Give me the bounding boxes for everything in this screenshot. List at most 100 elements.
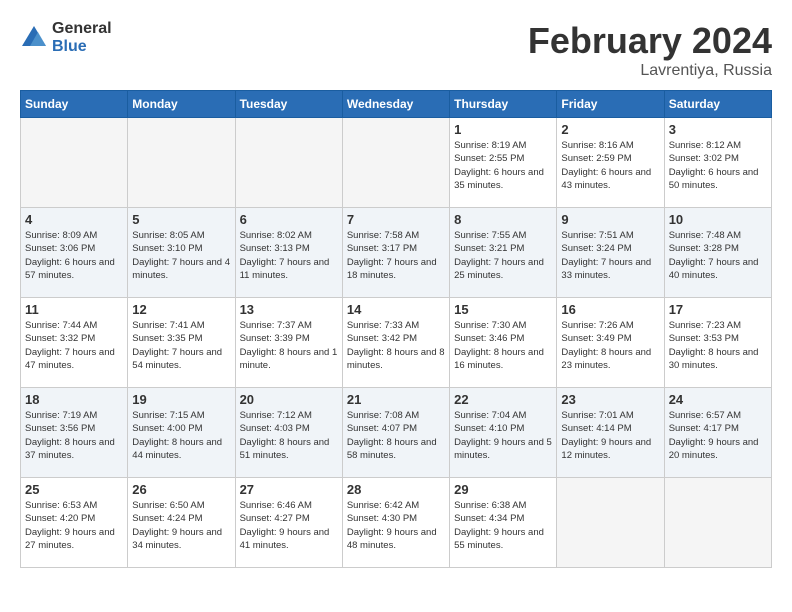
day-info-18: Sunrise: 7:19 AM Sunset: 3:56 PM Dayligh… xyxy=(25,409,123,462)
day-info-4: Sunrise: 8:09 AM Sunset: 3:06 PM Dayligh… xyxy=(25,229,123,282)
day-7: 7Sunrise: 7:58 AM Sunset: 3:17 PM Daylig… xyxy=(342,208,449,298)
week-row-2: 4 Sunrise: 8:09 AM Sunset: 3:06 PM Daylig… xyxy=(21,208,772,298)
day-info-27: Sunrise: 6:46 AM Sunset: 4:27 PM Dayligh… xyxy=(240,499,338,552)
logo-blue-text: Blue xyxy=(52,38,112,56)
day-info-14: Sunrise: 7:33 AM Sunset: 3:42 PM Dayligh… xyxy=(347,319,445,372)
day-number-13: 13 xyxy=(240,302,338,317)
location-title: Lavrentiya, Russia xyxy=(528,62,772,80)
header-thursday: Thursday xyxy=(450,91,557,118)
day-number-17: 17 xyxy=(669,302,767,317)
day-8: 8 Sunrise: 7:55 AM Sunset: 3:21 PM Daylig… xyxy=(450,208,557,298)
header: General Blue February 2024 Lavrentiya, R… xyxy=(20,20,772,80)
day-14: 14 Sunrise: 7:33 AM Sunset: 3:42 PM Dayli… xyxy=(342,298,449,388)
day-info-24: Sunrise: 6:57 AM Sunset: 4:17 PM Dayligh… xyxy=(669,409,767,462)
title-area: February 2024 Lavrentiya, Russia xyxy=(528,20,772,80)
empty-cell-w4-d6 xyxy=(664,478,771,568)
day-number-27: 27 xyxy=(240,482,338,497)
calendar-header-row: SundayMondayTuesdayWednesdayThursdayFrid… xyxy=(21,91,772,118)
day-info-20: Sunrise: 7:12 AM Sunset: 4:03 PM Dayligh… xyxy=(240,409,338,462)
day-number-3: 3 xyxy=(669,122,767,137)
empty-cell-w0-d0 xyxy=(21,118,128,208)
day-number-16: 16 xyxy=(561,302,659,317)
day-info-13: Sunrise: 7:37 AM Sunset: 3:39 PM Dayligh… xyxy=(240,319,338,372)
day-info-11: Sunrise: 7:44 AM Sunset: 3:32 PM Dayligh… xyxy=(25,319,123,372)
day-number-23: 23 xyxy=(561,392,659,407)
day-10: 10Sunrise: 7:48 AM Sunset: 3:28 PM Dayli… xyxy=(664,208,771,298)
day-15: 15 Sunrise: 7:30 AM Sunset: 3:46 PM Dayli… xyxy=(450,298,557,388)
day-1: 1 Sunrise: 8:19 AM Sunset: 2:55 PM Daylig… xyxy=(450,118,557,208)
day-24: 24 Sunrise: 6:57 AM Sunset: 4:17 PM Dayli… xyxy=(664,388,771,478)
day-info-3: Sunrise: 8:12 AM Sunset: 3:02 PM Dayligh… xyxy=(669,139,767,192)
week-row-4: 18 Sunrise: 7:19 AM Sunset: 3:56 PM Dayli… xyxy=(21,388,772,478)
day-9: 9Sunrise: 7:51 AM Sunset: 3:24 PM Daylig… xyxy=(557,208,664,298)
day-number-19: 19 xyxy=(132,392,230,407)
month-title: February 2024 xyxy=(528,20,772,62)
day-16: 16 Sunrise: 7:26 AM Sunset: 3:49 PM Dayli… xyxy=(557,298,664,388)
day-number-5: 5 xyxy=(132,212,230,227)
day-number-14: 14 xyxy=(347,302,445,317)
day-info-12: Sunrise: 7:41 AM Sunset: 3:35 PM Dayligh… xyxy=(132,319,230,372)
day-12: 12Sunrise: 7:41 AM Sunset: 3:35 PM Dayli… xyxy=(128,298,235,388)
day-info-1: Sunrise: 8:19 AM Sunset: 2:55 PM Dayligh… xyxy=(454,139,552,192)
day-number-15: 15 xyxy=(454,302,552,317)
logo: General Blue xyxy=(20,20,112,55)
day-info-21: Sunrise: 7:08 AM Sunset: 4:07 PM Dayligh… xyxy=(347,409,445,462)
day-info-15: Sunrise: 7:30 AM Sunset: 3:46 PM Dayligh… xyxy=(454,319,552,372)
day-info-25: Sunrise: 6:53 AM Sunset: 4:20 PM Dayligh… xyxy=(25,499,123,552)
day-4: 4 Sunrise: 8:09 AM Sunset: 3:06 PM Daylig… xyxy=(21,208,128,298)
day-info-2: Sunrise: 8:16 AM Sunset: 2:59 PM Dayligh… xyxy=(561,139,659,192)
day-number-2: 2 xyxy=(561,122,659,137)
day-20: 20Sunrise: 7:12 AM Sunset: 4:03 PM Dayli… xyxy=(235,388,342,478)
day-info-16: Sunrise: 7:26 AM Sunset: 3:49 PM Dayligh… xyxy=(561,319,659,372)
header-monday: Monday xyxy=(128,91,235,118)
day-number-11: 11 xyxy=(25,302,123,317)
empty-cell-w0-d3 xyxy=(342,118,449,208)
day-25: 25 Sunrise: 6:53 AM Sunset: 4:20 PM Dayli… xyxy=(21,478,128,568)
day-22: 22Sunrise: 7:04 AM Sunset: 4:10 PM Dayli… xyxy=(450,388,557,478)
day-info-19: Sunrise: 7:15 AM Sunset: 4:00 PM Dayligh… xyxy=(132,409,230,462)
logo-general-text: General xyxy=(52,20,112,38)
day-number-18: 18 xyxy=(25,392,123,407)
day-number-24: 24 xyxy=(669,392,767,407)
day-number-28: 28 xyxy=(347,482,445,497)
day-5: 5Sunrise: 8:05 AM Sunset: 3:10 PM Daylig… xyxy=(128,208,235,298)
logo-icon xyxy=(20,24,48,52)
day-info-17: Sunrise: 7:23 AM Sunset: 3:53 PM Dayligh… xyxy=(669,319,767,372)
week-row-3: 11 Sunrise: 7:44 AM Sunset: 3:32 PM Dayli… xyxy=(21,298,772,388)
day-number-1: 1 xyxy=(454,122,552,137)
day-number-26: 26 xyxy=(132,482,230,497)
day-number-8: 8 xyxy=(454,212,552,227)
day-number-4: 4 xyxy=(25,212,123,227)
day-number-29: 29 xyxy=(454,482,552,497)
day-number-9: 9 xyxy=(561,212,659,227)
calendar-table: SundayMondayTuesdayWednesdayThursdayFrid… xyxy=(20,90,772,568)
day-11: 11 Sunrise: 7:44 AM Sunset: 3:32 PM Dayli… xyxy=(21,298,128,388)
day-21: 21Sunrise: 7:08 AM Sunset: 4:07 PM Dayli… xyxy=(342,388,449,478)
header-wednesday: Wednesday xyxy=(342,91,449,118)
day-23: 23Sunrise: 7:01 AM Sunset: 4:14 PM Dayli… xyxy=(557,388,664,478)
day-info-7: Sunrise: 7:58 AM Sunset: 3:17 PM Dayligh… xyxy=(347,229,445,282)
week-row-1: 1 Sunrise: 8:19 AM Sunset: 2:55 PM Daylig… xyxy=(21,118,772,208)
logo-text: General Blue xyxy=(52,20,112,55)
header-sunday: Sunday xyxy=(21,91,128,118)
day-2: 2 Sunrise: 8:16 AM Sunset: 2:59 PM Daylig… xyxy=(557,118,664,208)
day-13: 13 Sunrise: 7:37 AM Sunset: 3:39 PM Dayli… xyxy=(235,298,342,388)
day-19: 19 Sunrise: 7:15 AM Sunset: 4:00 PM Dayli… xyxy=(128,388,235,478)
day-info-8: Sunrise: 7:55 AM Sunset: 3:21 PM Dayligh… xyxy=(454,229,552,282)
empty-cell-w4-d5 xyxy=(557,478,664,568)
day-26: 26Sunrise: 6:50 AM Sunset: 4:24 PM Dayli… xyxy=(128,478,235,568)
day-number-25: 25 xyxy=(25,482,123,497)
day-number-6: 6 xyxy=(240,212,338,227)
day-29: 29Sunrise: 6:38 AM Sunset: 4:34 PM Dayli… xyxy=(450,478,557,568)
header-friday: Friday xyxy=(557,91,664,118)
header-tuesday: Tuesday xyxy=(235,91,342,118)
day-27: 27 Sunrise: 6:46 AM Sunset: 4:27 PM Dayli… xyxy=(235,478,342,568)
day-17: 17 Sunrise: 7:23 AM Sunset: 3:53 PM Dayli… xyxy=(664,298,771,388)
day-info-6: Sunrise: 8:02 AM Sunset: 3:13 PM Dayligh… xyxy=(240,229,338,282)
day-info-28: Sunrise: 6:42 AM Sunset: 4:30 PM Dayligh… xyxy=(347,499,445,552)
day-number-10: 10 xyxy=(669,212,767,227)
day-3: 3 Sunrise: 8:12 AM Sunset: 3:02 PM Daylig… xyxy=(664,118,771,208)
day-info-22: Sunrise: 7:04 AM Sunset: 4:10 PM Dayligh… xyxy=(454,409,552,462)
day-28: 28 Sunrise: 6:42 AM Sunset: 4:30 PM Dayli… xyxy=(342,478,449,568)
week-row-5: 25 Sunrise: 6:53 AM Sunset: 4:20 PM Dayli… xyxy=(21,478,772,568)
